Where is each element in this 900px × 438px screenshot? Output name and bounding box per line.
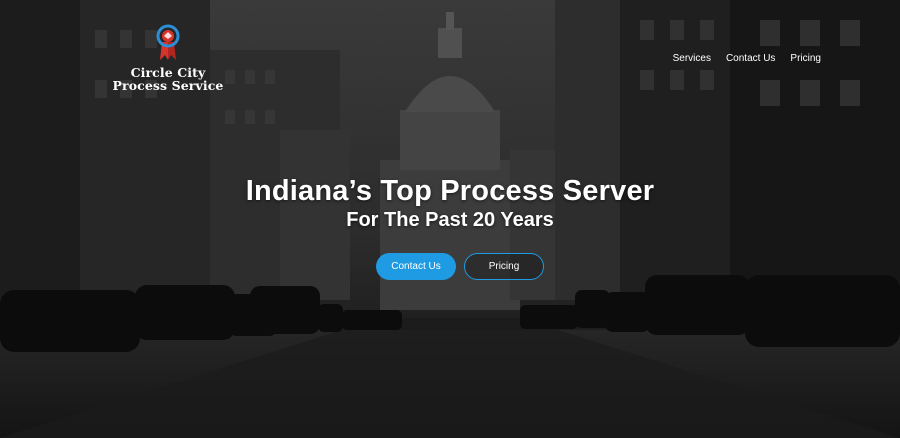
ribbon-badge-icon [156,24,180,60]
nav-item-pricing[interactable]: Pricing [790,53,821,64]
nav-item-services[interactable]: Services [673,53,711,64]
pricing-button[interactable]: Pricing [464,253,544,280]
hero-headline: Indiana’s Top Process Server [245,175,655,207]
logo-name-line2: Process Service [112,78,224,93]
nav-item-contact-us[interactable]: Contact Us [726,53,775,64]
main-nav: Services Contact Us Pricing [673,53,821,64]
hero-subheadline: For The Past 20 Years [346,209,554,231]
site-logo[interactable]: Circle City Process Service [108,24,228,92]
hero-section: Circle City Process Service Services Con… [0,0,900,438]
contact-us-button[interactable]: Contact Us [376,253,456,280]
